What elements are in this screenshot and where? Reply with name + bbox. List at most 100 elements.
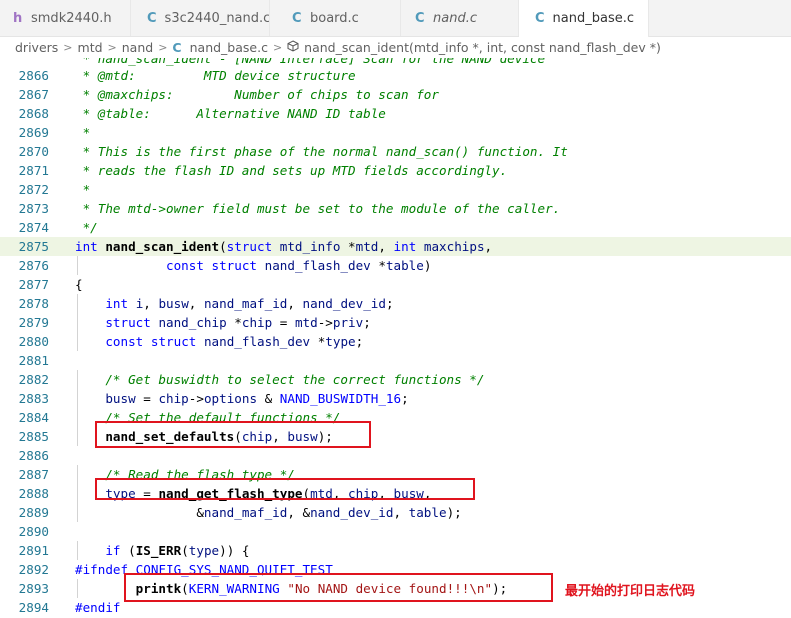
code-line[interactable]: 2866 * @mtd: MTD device structure [0,66,791,85]
line-number: 2888 [18,486,49,501]
code-text: int i, busw, nand_maf_id, nand_dev_id; [105,296,394,311]
line-number: 2881 [18,353,49,368]
code-line[interactable]: 2880 const struct nand_flash_dev *type; [0,332,791,351]
code-text: nand_set_defaults(chip, busw); [105,429,333,444]
code-line[interactable]: 2877 { [0,275,791,294]
code-line[interactable]: 2868 * @table: Alternative NAND ID table [0,104,791,123]
code-line[interactable]: 2881 [0,351,791,370]
code-text: &nand_maf_id, &nand_dev_id, table); [75,505,462,520]
code-line[interactable]: 2876 const struct nand_flash_dev *table) [0,256,791,275]
code-line[interactable]: 2879 struct nand_chip *chip = mtd->priv; [0,313,791,332]
c-file-icon: C [292,10,302,26]
code-text: * This is the first phase of the normal … [75,144,568,159]
line-number: 2894 [18,600,49,615]
code-line[interactable]: 2883 busw = chip->options & NAND_BUSWIDT… [0,389,791,408]
chevron-right-icon: > [158,41,168,54]
method-cube-icon [287,40,299,55]
line-number: 2889 [18,505,49,520]
code-line[interactable]: 2887 /* Read the flash type */ [0,465,791,484]
code-text: busw = chip->options & NAND_BUSWIDTH_16; [105,391,409,406]
line-number: 2876 [18,258,49,273]
code-line[interactable]: 2885 nand_set_defaults(chip, busw); [0,427,791,446]
tab-label: s3c2440_nand.c [164,10,270,26]
code-line[interactable]: 2892 #ifndef CONFIG_SYS_NAND_QUIET_TEST [0,560,791,579]
close-icon[interactable]: ✕ [648,11,649,27]
line-number: 2893 [18,581,49,596]
code-text: /* Get buswidth to select the correct fu… [75,372,485,387]
tab-label: nand_base.c [552,11,635,26]
code-text: * @table: Alternative NAND ID table [75,106,386,121]
code-text: */ [75,220,98,235]
line-number: 2874 [18,220,49,235]
code-text: * @mtd: MTD device structure [75,68,356,83]
line-number: 2870 [18,144,49,159]
breadcrumb-item-mtd[interactable]: mtd [78,40,103,55]
code-line[interactable]: 2884 /* Set the default functions */ [0,408,791,427]
tab-board-c[interactable]: C board.c [270,0,401,36]
breadcrumb-item-drivers[interactable]: drivers [15,40,58,55]
code-line[interactable]: 2891 if (IS_ERR(type)) { [0,541,791,560]
tab-label: smdk2440.h [31,10,112,26]
breadcrumb-item-symbol[interactable]: nand_scan_ident(mtd_info *, int, const n… [304,40,661,55]
code-text: /* Read the flash type */ [75,467,295,482]
line-number: 2885 [18,429,49,444]
code-line[interactable]: 2872 * [0,180,791,199]
code-text: * [75,182,91,197]
code-line[interactable]: 2889 &nand_maf_id, &nand_dev_id, table); [0,503,791,522]
c-file-icon: C [535,11,545,26]
code-text: * The mtd->owner field must be set to th… [75,201,561,216]
tab-label: nand.c [433,10,477,26]
code-line[interactable]: 2870 * This is the first phase of the no… [0,142,791,161]
line-number: 2883 [18,391,49,406]
line-number: 2871 [18,163,49,178]
code-text: type = nand_get_flash_type(mtd, chip, bu… [105,486,432,501]
code-line[interactable]: 2873 * The mtd->owner field must be set … [0,199,791,218]
tab-nand-c[interactable]: C nand.c [401,0,519,36]
code-text: * reads the flash ID and sets up MTD fie… [75,163,508,178]
line-number: 2892 [18,562,49,577]
line-number: 2866 [18,68,49,83]
code-text: #ifndef CONFIG_SYS_NAND_QUIET_TEST [75,562,333,577]
code-text: /* Set the default functions */ [75,410,341,425]
code-text: if (IS_ERR(type)) { [105,543,250,558]
tab-smdk2440-h[interactable]: h smdk2440.h [0,0,131,36]
code-line[interactable]: 2878 int i, busw, nand_maf_id, nand_dev_… [0,294,791,313]
code-line[interactable]: 2886 [0,446,791,465]
code-line[interactable]: 2875 int nand_scan_ident(struct mtd_info … [0,237,791,256]
code-line[interactable]: 2888 type = nand_get_flash_type(mtd, chi… [0,484,791,503]
chevron-right-icon: > [107,41,117,54]
line-number: 2868 [18,106,49,121]
c-file-icon: C [147,10,157,26]
line-number: 2879 [18,315,49,330]
c-file-icon: C [415,10,425,26]
line-number: 2891 [18,543,49,558]
code-editor[interactable]: * nand_scan_ident - [NAND Interface] Sca… [0,58,791,618]
code-line[interactable]: 2890 [0,522,791,541]
tab-nand-base-c[interactable]: C nand_base.c ✕ [519,0,649,37]
c-file-icon: C [172,40,182,55]
breadcrumb-item-file[interactable]: nand_base.c [190,40,268,55]
tab-s3c2440-nand-c[interactable]: C s3c2440_nand.c [131,0,270,36]
code-text: const struct nand_flash_dev *table) [166,258,432,273]
code-text: const struct nand_flash_dev *type; [105,334,364,349]
code-line[interactable]: 2871 * reads the flash ID and sets up MT… [0,161,791,180]
line-number: 2867 [18,87,49,102]
code-text: int nand_scan_ident(struct mtd_info *mtd… [75,239,493,254]
chevron-right-icon: > [272,41,283,54]
line-number: 2886 [18,448,49,463]
line-number: 2872 [18,182,49,197]
line-number: 2887 [18,467,49,482]
code-line[interactable]: 2882 /* Get buswidth to select the corre… [0,370,791,389]
code-text: #endif [75,600,121,615]
code-line[interactable]: 2869 * [0,123,791,142]
code-line[interactable]: 2874 */ [0,218,791,237]
line-number: 2882 [18,372,49,387]
code-line[interactable]: 2867 * @maxchips: Number of chips to sca… [0,85,791,104]
editor-tab-bar: h smdk2440.h C s3c2440_nand.c C board.c … [0,0,791,37]
line-number: 2877 [18,277,49,292]
line-number: 2869 [18,125,49,140]
code-line[interactable]: 2894 #endif [0,598,791,617]
line-number: 2890 [18,524,49,539]
line-number: 2878 [18,296,49,311]
breadcrumb-item-nand[interactable]: nand [122,40,153,55]
